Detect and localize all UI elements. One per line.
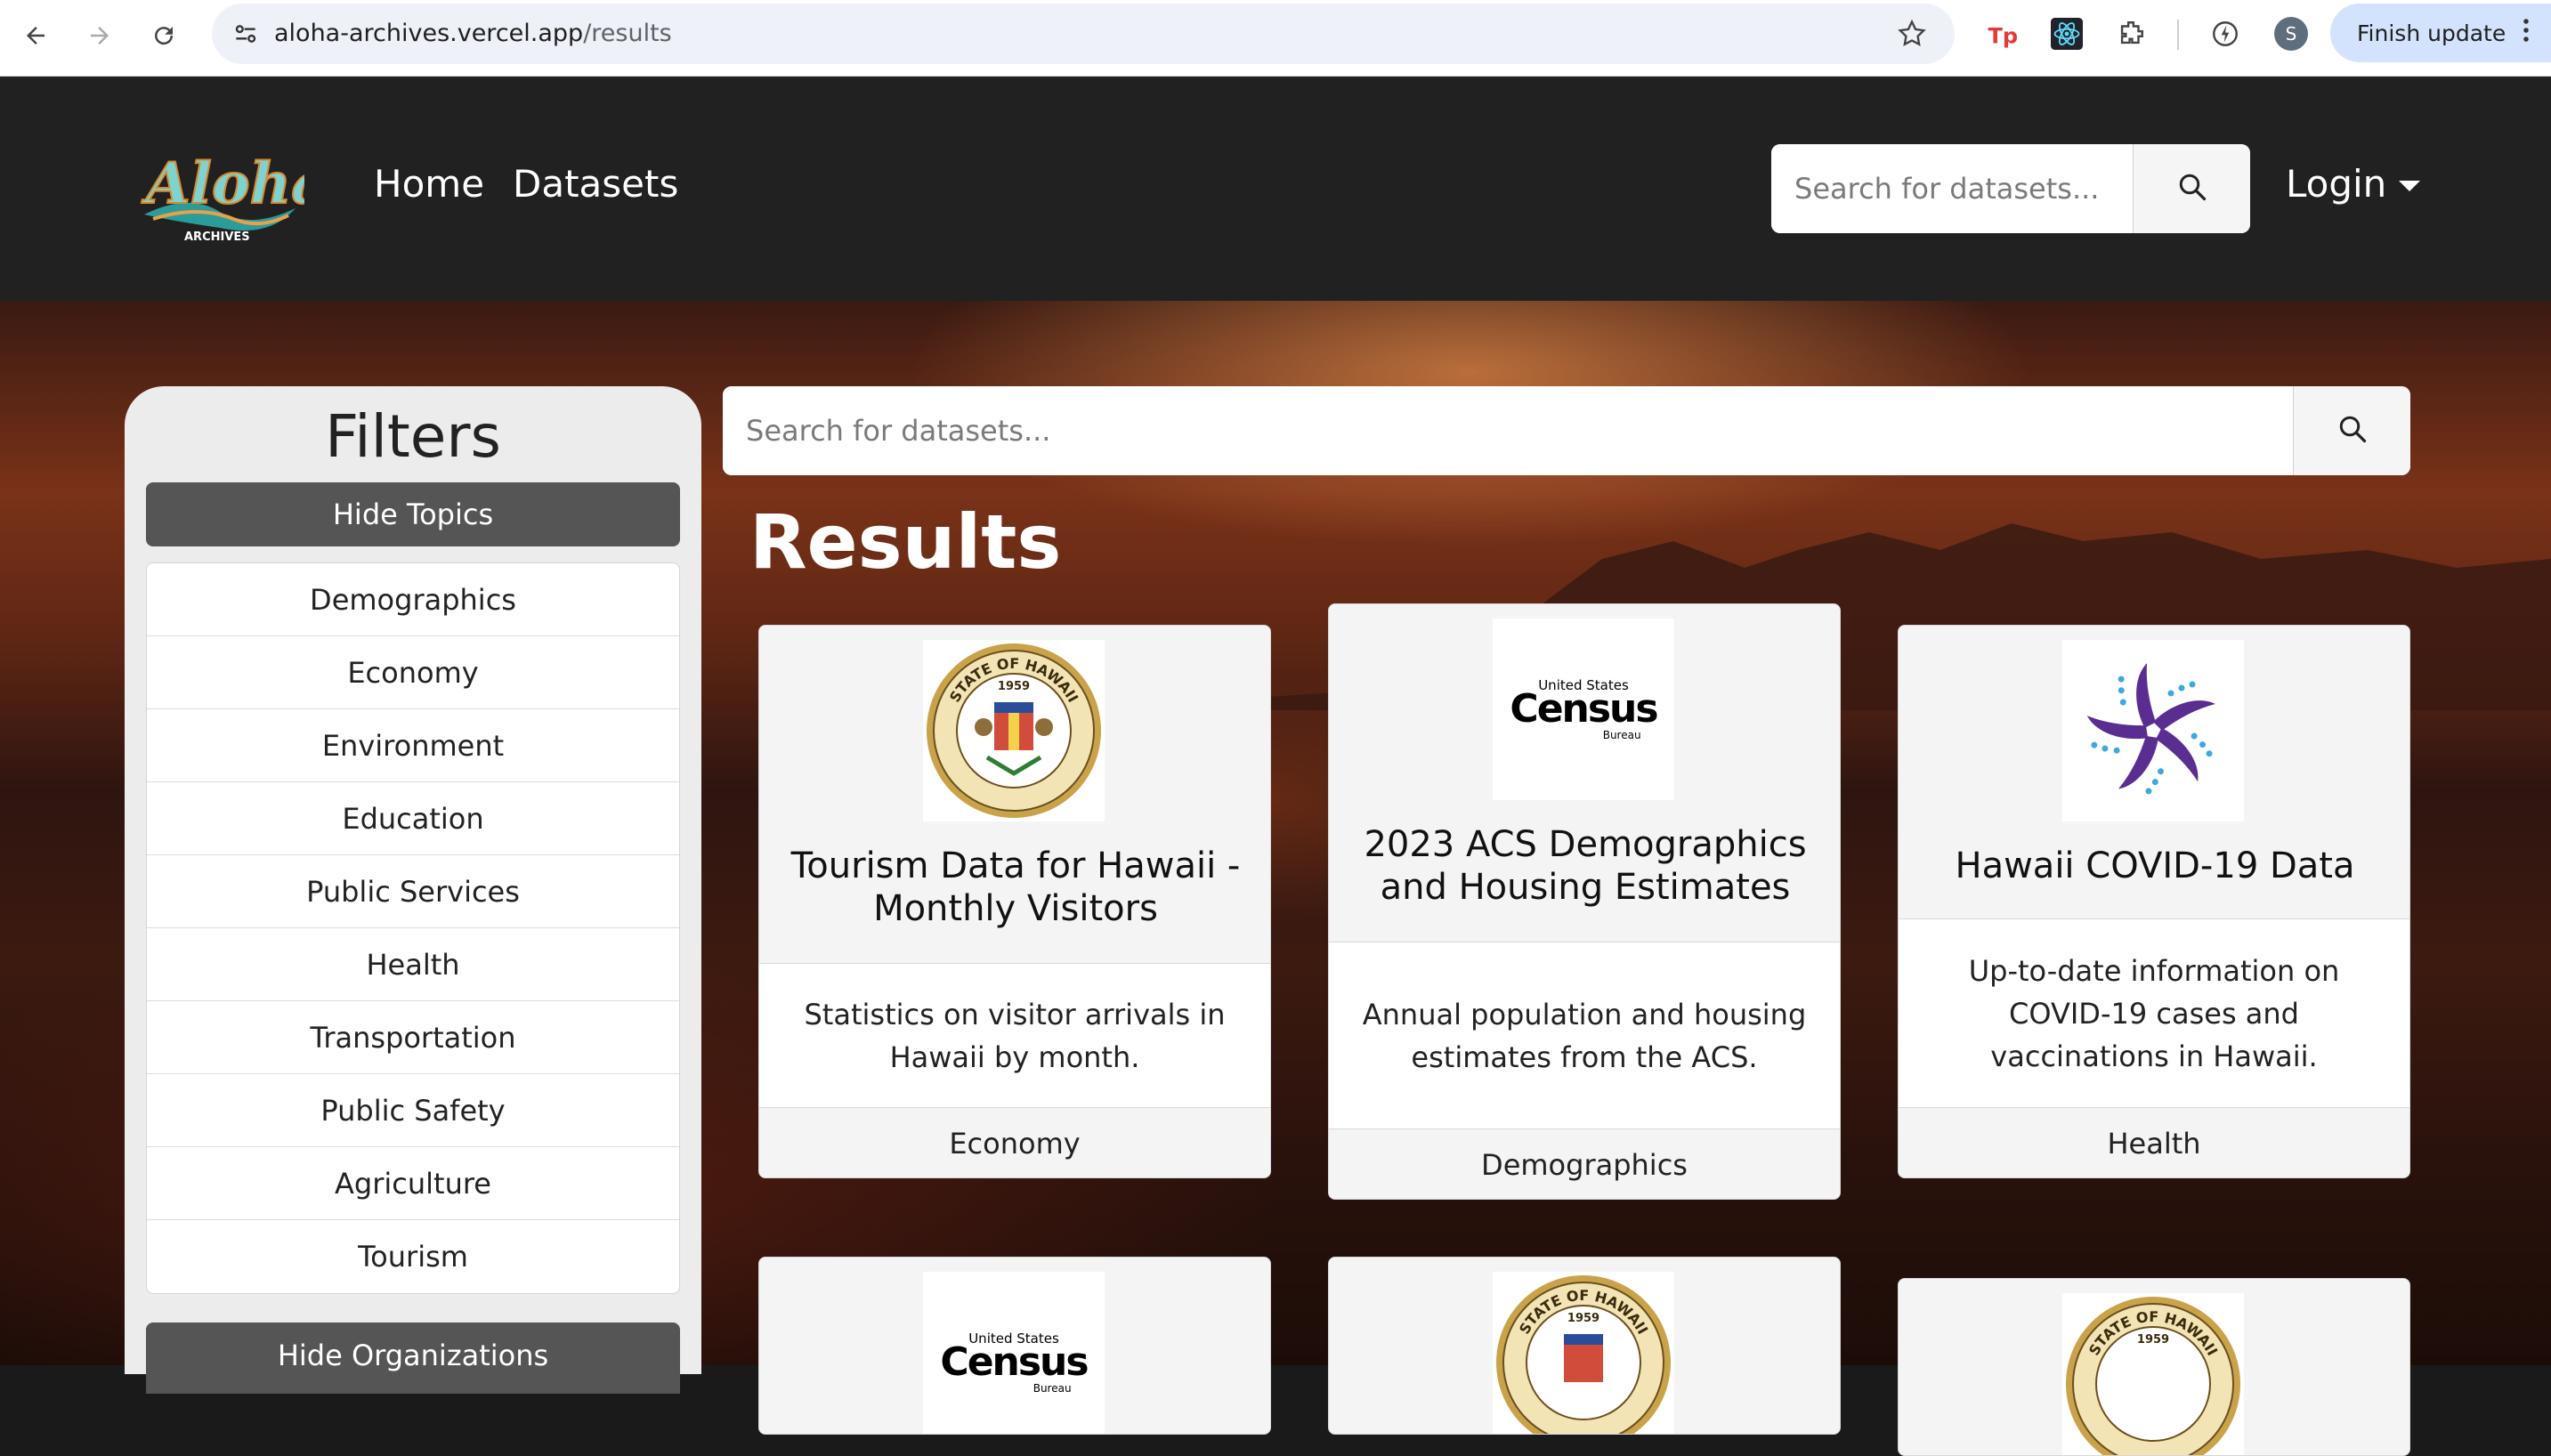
filters-title: Filters — [325, 402, 501, 471]
census-bureau-logo: United States Census Bureau — [923, 1272, 1105, 1434]
dataset-card[interactable]: Hawaii COVID-19 Data Up-to-date informat… — [1898, 625, 2410, 1178]
navbar-search — [1771, 144, 2250, 233]
topic-environment[interactable]: Environment — [147, 709, 679, 782]
topic-education[interactable]: Education — [147, 782, 679, 855]
card-header: United States Census Bureau 2023 ACS Dem… — [1329, 604, 1840, 942]
card-title: 2023 ACS Demographics and Housing Estima… — [1364, 824, 1807, 908]
card-header: STATE OF HAWAII 1959 — [1899, 1279, 2409, 1455]
dataset-card[interactable]: United States Census Bureau — [758, 1257, 1271, 1435]
hawaii-health-flower-logo — [2062, 640, 2244, 821]
topic-economy[interactable]: Economy — [147, 636, 679, 709]
bookmark-star-icon[interactable] — [1896, 18, 1928, 53]
logo-image: Aloha ARCHIVES — [141, 150, 329, 244]
svg-text:Tp: Tp — [1988, 24, 2019, 49]
card-header: United States Census Bureau — [759, 1258, 1270, 1434]
tp-extension-icon[interactable]: Tp — [1983, 14, 2022, 53]
census-line3: Bureau — [1033, 1382, 1072, 1395]
navbar-search-input[interactable] — [1771, 144, 2133, 233]
svg-text:1959: 1959 — [998, 680, 1030, 693]
hawaii-state-seal-logo: STATE OF HAWAII 1959 — [2062, 1293, 2244, 1455]
card-description: Annual population and housing estimates … — [1329, 942, 1840, 1129]
main-search — [723, 386, 2410, 475]
reload-icon[interactable] — [141, 12, 187, 59]
extensions-puzzle-icon[interactable] — [2111, 14, 2150, 53]
logo-subtext: ARCHIVES — [184, 231, 250, 244]
main-search-input[interactable] — [723, 386, 2293, 475]
hide-topics-button[interactable]: Hide Topics — [146, 482, 680, 546]
profile-initial: S — [2274, 17, 2308, 51]
card-topic: Economy — [759, 1108, 1270, 1177]
address-bar[interactable]: aloha-archives.vercel.app/results — [212, 4, 1955, 64]
topic-public-services[interactable]: Public Services — [147, 855, 679, 928]
hide-organizations-button[interactable]: Hide Organizations — [146, 1323, 680, 1394]
caret-down-icon — [2399, 180, 2421, 191]
url-path: /results — [583, 20, 672, 47]
login-dropdown[interactable]: Login — [2286, 162, 2421, 206]
card-title: Hawaii COVID-19 Data — [1955, 845, 2355, 886]
url-domain: aloha-archives.vercel.app — [274, 20, 584, 47]
search-icon — [2176, 171, 2208, 206]
topic-health[interactable]: Health — [147, 928, 679, 1001]
site-navbar: Aloha ARCHIVES Home Datasets Login — [0, 77, 2551, 301]
topic-demographics[interactable]: Demographics — [147, 563, 679, 636]
census-bureau-logo: United States Census Bureau — [1493, 619, 1674, 800]
profile-avatar[interactable]: S — [2272, 14, 2311, 53]
site-settings-icon[interactable] — [231, 20, 260, 52]
performance-icon[interactable] — [2206, 14, 2245, 53]
url-text: aloha-archives.vercel.app/results — [274, 20, 672, 47]
hawaii-state-seal-logo: STATE OF HAWAII 1959 — [923, 640, 1105, 821]
finish-update-label: Finish update — [2357, 20, 2506, 46]
dataset-card[interactable]: United States Census Bureau 2023 ACS Dem… — [1328, 603, 1841, 1200]
census-line2: Census — [1510, 686, 1658, 732]
more-vert-icon — [2522, 17, 2531, 49]
dataset-card[interactable]: STATE OF HAWAII 1959 — [1898, 1278, 2410, 1456]
card-header: Hawaii COVID-19 Data — [1899, 626, 2409, 919]
search-icon — [2336, 413, 2369, 449]
react-devtools-icon[interactable] — [2047, 14, 2086, 53]
card-title: Tourism Data for Hawaii - Monthly Visito… — [790, 845, 1241, 929]
svg-text:1959: 1959 — [2137, 1333, 2169, 1347]
topic-tourism[interactable]: Tourism — [147, 1220, 679, 1293]
dataset-card[interactable]: STATE OF HAWAII 1959 — [1328, 1257, 1841, 1435]
topic-agriculture[interactable]: Agriculture — [147, 1147, 679, 1220]
svg-text:1959: 1959 — [1567, 1312, 1599, 1325]
card-description: Statistics on visitor arrivals in Hawaii… — [759, 964, 1270, 1108]
navbar-search-button[interactable] — [2133, 144, 2250, 233]
results-heading: Results — [749, 498, 1062, 586]
forward-arrow-icon[interactable] — [77, 12, 123, 59]
back-arrow-icon[interactable] — [12, 12, 59, 59]
hawaii-state-seal-logo: STATE OF HAWAII 1959 — [1493, 1272, 1674, 1434]
filters-panel: Filters Hide Topics Demographics Economy… — [125, 386, 701, 1394]
browser-toolbar: aloha-archives.vercel.app/results Tp S F… — [0, 0, 2551, 77]
logo-text: Aloha — [142, 150, 304, 217]
finish-update-button[interactable]: Finish update — [2330, 4, 2551, 62]
census-line2: Census — [940, 1339, 1089, 1385]
login-label: Login — [2286, 162, 2387, 206]
card-topic: Demographics — [1329, 1129, 1840, 1199]
topic-transportation[interactable]: Transportation — [147, 1001, 679, 1074]
card-description: Up-to-date information on COVID-19 cases… — [1899, 919, 2409, 1108]
dataset-card[interactable]: STATE OF HAWAII 1959 Tourism Data for Ha… — [758, 625, 1271, 1178]
toolbar-divider — [2177, 20, 2179, 50]
nav-link-home[interactable]: Home — [374, 162, 484, 206]
card-header: STATE OF HAWAII 1959 Tourism Data for Ha… — [759, 626, 1270, 964]
card-topic: Health — [1899, 1108, 2409, 1177]
topic-list: Demographics Economy Environment Educati… — [146, 562, 680, 1294]
aloha-archives-logo[interactable]: Aloha ARCHIVES — [135, 130, 329, 246]
nav-link-datasets[interactable]: Datasets — [513, 162, 678, 206]
main-search-button[interactable] — [2293, 386, 2410, 475]
card-header: STATE OF HAWAII 1959 — [1329, 1258, 1840, 1434]
topic-public-safety[interactable]: Public Safety — [147, 1074, 679, 1147]
